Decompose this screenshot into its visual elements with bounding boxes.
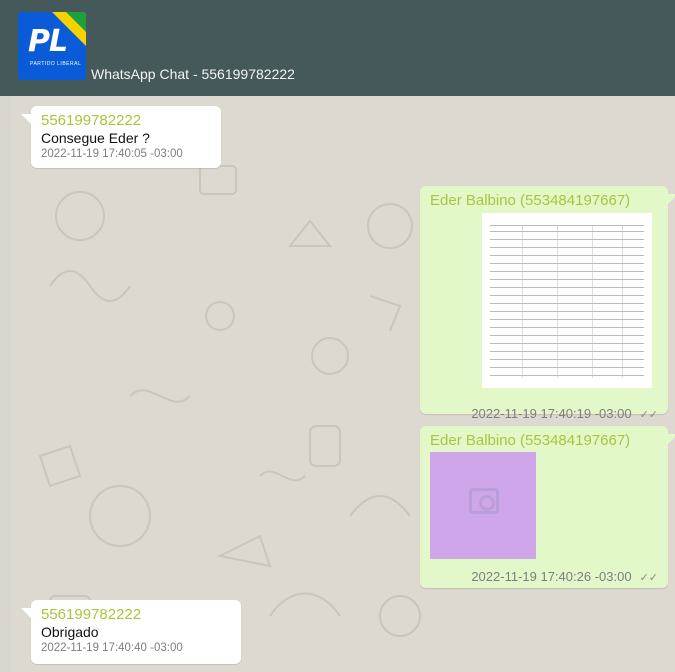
logo-subtext: PARTIDO LIBERAL (30, 61, 82, 67)
pl-logo: PL PARTIDO LIBERAL (18, 12, 86, 80)
message-outgoing[interactable]: Eder Balbino (553484197667) 2022-11-19 1… (420, 426, 675, 588)
photo-attachment[interactable] (430, 452, 536, 559)
message-incoming[interactable]: 556199782222 Consegue Eder ? 2022-11-19 … (21, 106, 221, 168)
double-check-icon: ✓✓ (639, 409, 658, 421)
message-sender: 556199782222 (41, 606, 142, 623)
message-sender: Eder Balbino (553484197667) (430, 432, 631, 449)
message-outgoing[interactable]: Eder Balbino (553484197667) 2022-11-19 1… (420, 186, 675, 421)
message-text: Obrigado (41, 624, 99, 640)
camera-icon (469, 488, 499, 514)
logo-text: PL (28, 24, 68, 59)
message-timestamp: 2022-11-19 17:40:19 -03:00 (471, 406, 632, 421)
message-timestamp: 2022-11-19 17:40:40 -03:00 (41, 642, 183, 654)
message-timestamp: 2022-11-19 17:40:05 -03:00 (41, 148, 183, 160)
message-sender: Eder Balbino (553484197667) (430, 192, 631, 209)
message-timestamp: 2022-11-19 17:40:26 -03:00 (471, 569, 632, 584)
message-text: Consegue Eder ? (41, 130, 150, 146)
document-preview-image[interactable] (482, 213, 652, 388)
chat-header: PL PARTIDO LIBERAL WhatsApp Chat - 55619… (0, 0, 675, 96)
chat-area[interactable]: 556199782222 Consegue Eder ? 2022-11-19 … (10, 96, 675, 672)
message-incoming[interactable]: 556199782222 Obrigado 2022-11-19 17:40:4… (21, 600, 241, 664)
message-sender: 556199782222 (41, 112, 142, 129)
chat-title: WhatsApp Chat - 556199782222 (91, 66, 295, 82)
double-check-icon: ✓✓ (639, 572, 658, 584)
